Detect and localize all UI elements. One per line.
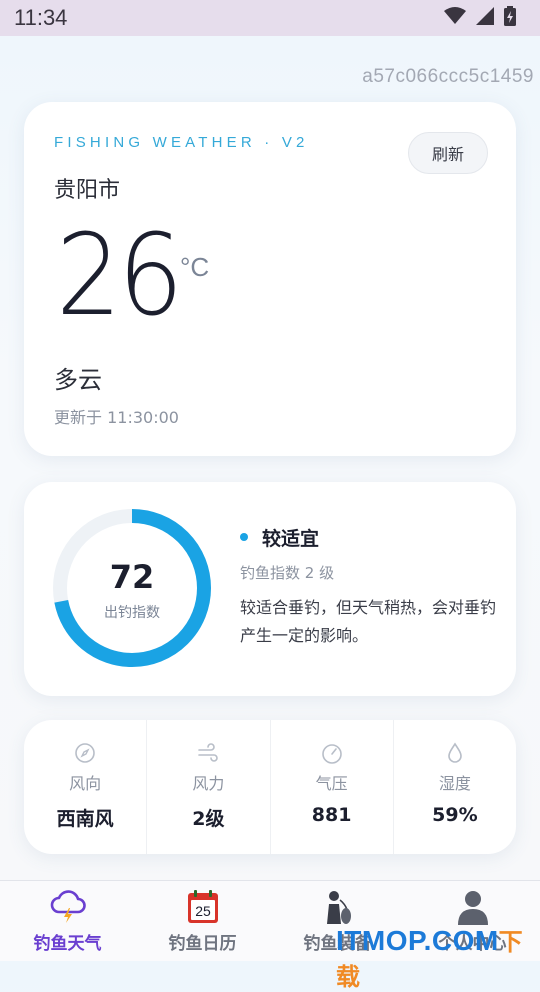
wind-icon [198,743,219,762]
metric-label: 湿度 [438,774,471,793]
metric-wind-force: 风力 2级 [147,720,271,854]
app-eyebrow: FISHING WEATHER · V2 [54,134,309,151]
tab-fishing-calendar[interactable]: 25 钓鱼日历 [135,881,270,961]
calendar-icon: 25 [187,890,218,923]
updated-time: 更新于 11:30:00 [54,408,179,427]
metric-label: 气压 [315,774,348,793]
index-level: 较适宜 [262,528,320,550]
compass-icon [75,743,95,763]
temperature-value: 26 [56,211,183,341]
build-hash: a57c066ccc5c1459 [362,66,534,87]
battery-icon [504,6,516,26]
index-value: 72 [109,558,155,596]
user-icon [457,891,488,925]
metric-humidity: 湿度 59% [394,720,516,854]
index-label: 出钓指数 [104,605,160,621]
droplet-icon [448,742,462,763]
status-bar: 11:34 [0,0,540,36]
weather-condition: 多云 [54,366,102,394]
index-description: 较适合垂钓，但天气稍热，会对垂钓产生一定的影响。 [240,598,497,645]
metric-wind-direction: 风向 西南风 [24,720,148,854]
city-name: 贵阳市 [54,178,121,203]
watermark-latin: ITMOP [336,925,424,956]
metric-label: 风向 [69,774,102,793]
fisherman-icon [326,891,351,924]
temperature-unit: °C [180,252,210,282]
metric-value: 2级 [192,808,225,830]
weather-card: FISHING WEATHER · V2 刷新 贵阳市 26 °C 多云 更新于… [24,102,516,456]
metrics-card: 风向 西南风 风力 2级 气压 881 湿度 59% [24,720,516,854]
signal-icon [476,7,494,25]
status-icons [444,6,516,26]
watermark-suffix: .COM [423,925,499,956]
tab-label: 钓鱼天气 [33,934,102,954]
fishing-index-card: 72 出钓指数 较适宜 钓鱼指数 2 级 较适合垂钓，但天气稍热，会对垂钓产生一… [24,482,516,696]
index-level-detail: 钓鱼指数 2 级 [240,564,335,582]
storm-cloud-icon [50,890,86,923]
metric-pressure: 气压 881 [271,720,394,854]
calendar-day: 25 [195,903,211,919]
level-dot [240,533,248,541]
wifi-icon [444,7,466,24]
metric-value: 西南风 [56,808,114,830]
gauge-icon [321,744,342,764]
refresh-button[interactable]: 刷新 [408,132,488,174]
tab-label: 钓鱼日历 [168,934,237,954]
metric-value: 59% [432,804,478,826]
watermark-logo: ITMOP.COM下载 [336,922,540,992]
tab-fishing-weather[interactable]: 钓鱼天气 [0,881,135,961]
metric-label: 风力 [192,774,225,793]
metric-value: 881 [311,804,352,826]
status-time: 11:34 [14,5,68,30]
